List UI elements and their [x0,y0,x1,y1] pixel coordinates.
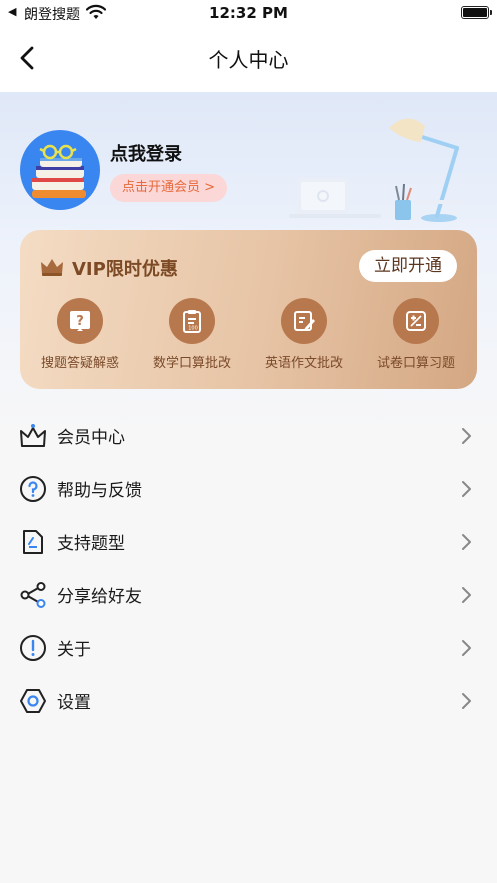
menu-label: 会员中心 [57,428,125,448]
menu-item-supported-types[interactable]: 支持题型 [0,516,497,569]
desk-lamp-illustration [289,118,463,222]
battery-icon [461,6,492,19]
feature-english-essay[interactable]: 英语作文批改 [248,298,360,371]
back-button[interactable] [12,40,48,76]
crown-icon [20,424,46,447]
info-icon [20,635,46,661]
menu-label: 帮助与反馈 [57,481,142,501]
feature-label: 试卷口算习题 [376,356,455,371]
menu-label: 设置 [57,693,91,713]
chevron-right-icon [462,428,471,444]
chevron-right-icon [462,587,471,603]
nav-bar: 个人中心 [0,26,497,92]
avatar[interactable] [20,130,100,210]
open-membership-pill[interactable]: 点击开通会员 > [110,174,228,202]
feature-search-answer[interactable]: ? 搜题答疑解惑 [24,298,136,371]
books-avatar-icon [32,144,86,198]
login-link[interactable]: 点我登录 [110,140,182,166]
menu-label: 关于 [57,640,91,660]
share-icon [20,582,46,608]
feature-label: 英语作文批改 [264,356,343,371]
chevron-right-icon [462,481,471,497]
settings-hexagon-icon [20,689,46,713]
status-app-name[interactable]: 朗登搜题 [24,4,80,24]
document-icon [23,530,43,554]
menu-item-member-center[interactable]: 会员中心 [0,410,497,463]
feature-label: 搜题答疑解惑 [40,356,119,371]
crown-icon [41,259,63,276]
help-circle-icon [20,476,46,502]
menu-item-help-feedback[interactable]: 帮助与反馈 [0,463,497,516]
menu-label: 分享给好友 [57,587,142,607]
plus-minus-icon [406,311,426,331]
vip-title: VIP限时优惠 [72,259,178,280]
clipboard-icon: 100 [183,310,201,333]
svg-text:100: 100 [188,326,198,332]
vip-open-button[interactable]: 立即开通 [359,250,457,282]
chevron-right-icon [462,693,471,709]
menu-item-about[interactable]: 关于 [0,622,497,675]
chevron-right-icon [462,640,471,656]
chevron-right-icon [462,534,471,550]
menu-item-settings[interactable]: 设置 [0,675,497,728]
edit-icon [294,311,315,331]
svg-text:?: ? [76,314,84,329]
wifi-icon [86,4,106,19]
page-title: 个人中心 [208,48,289,72]
question-mark-icon: ? [70,311,90,331]
feature-label: 数学口算批改 [152,356,231,371]
vip-promo-card: VIP限时优惠 立即开通 ? 搜题答疑解惑 100 数学口算批改 英语作文批改 … [20,230,477,389]
feature-math-grading[interactable]: 100 数学口算批改 [136,298,248,371]
menu-item-share-friends[interactable]: 分享给好友 [0,569,497,622]
menu-label: 支持题型 [57,534,125,554]
status-back-indicator[interactable]: ◀ [8,5,16,18]
chevron-left-icon [20,46,34,70]
status-bar: ◀ 朗登搜题 12:32 PM [0,0,497,26]
feature-exam-practice[interactable]: 试卷口算习题 [360,298,472,371]
